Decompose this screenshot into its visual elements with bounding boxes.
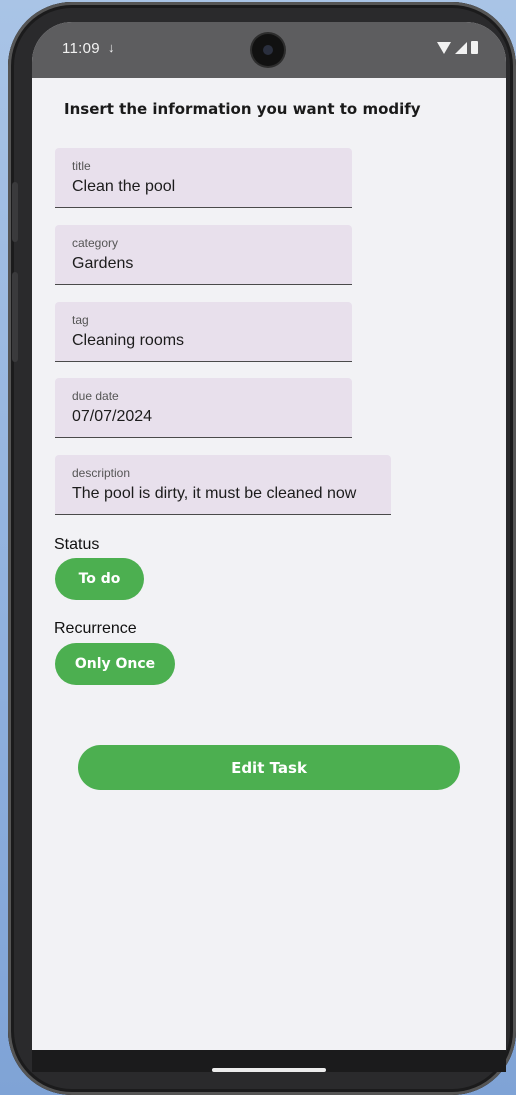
category-field-label: category [72, 236, 119, 250]
wifi-icon [437, 41, 451, 54]
app-screen: 11:09 ↓ Insert the information you want … [32, 22, 506, 1072]
title-field[interactable]: title Clean the pool [55, 148, 352, 208]
status-label: Status [54, 536, 100, 553]
status-bar: 11:09 ↓ [32, 22, 506, 78]
status-icons [437, 41, 478, 54]
tag-field[interactable]: tag Cleaning rooms [55, 302, 352, 362]
due-date-field-value[interactable]: 07/07/2024 [72, 408, 152, 426]
tag-field-label: tag [72, 313, 89, 327]
title-field-value[interactable]: Clean the pool [72, 178, 175, 196]
category-field-value[interactable]: Gardens [72, 255, 133, 273]
download-icon: ↓ [108, 40, 115, 55]
page-title: Insert the information you want to modif… [64, 100, 421, 118]
description-field-value[interactable]: The pool is dirty, it must be cleaned no… [72, 485, 356, 503]
camera-icon [252, 34, 284, 66]
description-field-label: description [72, 466, 131, 480]
due-date-field[interactable]: due date 07/07/2024 [55, 378, 352, 438]
title-field-label: title [72, 159, 91, 173]
battery-icon [471, 41, 478, 54]
recurrence-chip[interactable]: Only Once [55, 643, 175, 685]
home-indicator[interactable] [212, 1068, 326, 1072]
recurrence-label: Recurrence [54, 620, 137, 637]
signal-icon [455, 41, 467, 54]
status-chip[interactable]: To do [55, 558, 144, 600]
category-field[interactable]: category Gardens [55, 225, 352, 285]
edit-task-button[interactable]: Edit Task [78, 745, 460, 790]
due-date-field-label: due date [72, 389, 119, 403]
volume-button [12, 182, 18, 242]
status-time: 11:09 [62, 40, 100, 57]
tag-field-value[interactable]: Cleaning rooms [72, 332, 184, 350]
power-button [12, 272, 18, 362]
description-field[interactable]: description The pool is dirty, it must b… [55, 455, 391, 515]
